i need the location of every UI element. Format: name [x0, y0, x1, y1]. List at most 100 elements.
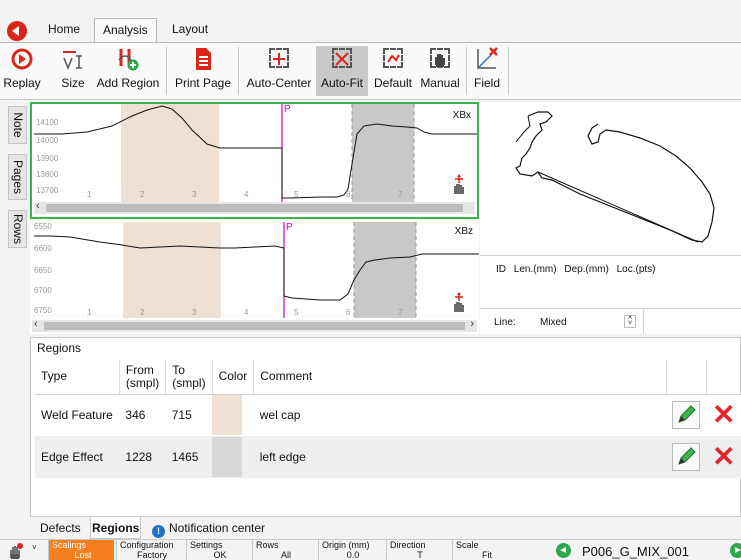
status-configuration[interactable]: Configuration Factory — [116, 540, 184, 560]
ribbon-separator — [166, 47, 167, 95]
cell-color — [212, 436, 254, 478]
cell-type: Weld Feature — [35, 394, 120, 436]
col-color[interactable]: Color — [212, 360, 255, 395]
color-swatch[interactable] — [212, 437, 243, 477]
field-axes-icon — [474, 46, 500, 72]
tab-notification-center[interactable]: ! Notification center — [152, 521, 265, 538]
next-file-icon[interactable] — [730, 543, 741, 558]
cell-from: 346 — [119, 394, 166, 436]
scroll-left-icon[interactable]: ‹ — [36, 200, 40, 212]
x-tick: 3 — [192, 308, 197, 317]
delete-x-icon[interactable]: ✕ — [712, 401, 735, 429]
cell-comment: left edge — [253, 436, 667, 478]
plot-xbz-canvas — [34, 222, 479, 318]
scroll-left-icon[interactable]: ‹ — [34, 318, 38, 330]
color-swatch[interactable] — [212, 395, 243, 436]
side-tab-rows-label: Rows — [10, 213, 25, 245]
cursor-label: P — [284, 104, 291, 115]
table-row[interactable]: Edge Effect 1228 1465 left edge ✕ — [35, 436, 741, 478]
side-tab-note[interactable]: Note — [8, 106, 27, 144]
x-tick: 2 — [140, 190, 145, 199]
status-origin-value: 0.0 — [346, 550, 360, 560]
status-scalings[interactable]: Scalings Lost — [48, 540, 114, 560]
plot-xbz[interactable]: 6550 6600 6650 6700 6750 1 2 3 4 5 6 7 P… — [30, 220, 479, 332]
previous-file-icon[interactable] — [556, 543, 571, 558]
x-tick: 2 — [140, 308, 145, 317]
col-type[interactable]: Type — [35, 360, 120, 395]
cell-edit — [666, 394, 707, 436]
x-tick: 4 — [244, 308, 249, 317]
x-tick: 6 — [346, 308, 351, 317]
cscan-outline-view[interactable] — [480, 102, 741, 252]
back-logo-icon[interactable] — [7, 21, 27, 41]
ribbon-separator — [466, 47, 467, 95]
hand-tool-icon[interactable] — [6, 542, 24, 560]
x-tick: 6 — [346, 190, 351, 199]
y-tick: 6550 — [34, 222, 52, 231]
manual-button[interactable]: Manual — [418, 46, 462, 96]
side-tab-rows[interactable]: Rows — [8, 210, 27, 248]
print-page-button[interactable]: Print Page — [172, 46, 234, 96]
default-button[interactable]: Default — [370, 46, 416, 96]
cell-to: 715 — [165, 394, 213, 436]
pan-move-icon[interactable] — [448, 174, 470, 196]
auto-fit-icon — [329, 46, 355, 72]
size-icon — [60, 46, 86, 72]
col-id: ID — [496, 264, 506, 275]
scroll-thumb[interactable] — [44, 322, 465, 330]
status-direction[interactable]: Direction T — [386, 540, 450, 560]
col-edit — [666, 360, 707, 395]
size-button[interactable]: Size — [56, 46, 90, 96]
col-comment[interactable]: Comment — [253, 360, 667, 395]
auto-center-button[interactable]: Auto-Center — [244, 46, 314, 96]
cell-to: 1465 — [165, 436, 213, 478]
tab-defects[interactable]: Defects — [40, 521, 81, 535]
edit-pencil-icon[interactable] — [672, 401, 701, 430]
side-tab-pages[interactable]: Pages — [8, 154, 27, 200]
scroll-thumb[interactable] — [46, 204, 463, 212]
x-tick: 7 — [398, 190, 403, 199]
region-weld-feature-band — [121, 104, 219, 204]
field-label: Field — [473, 76, 500, 90]
add-region-button[interactable]: Add Region — [94, 46, 162, 96]
field-button[interactable]: Field — [470, 46, 504, 96]
manual-label: Manual — [420, 76, 460, 90]
plot-xbx[interactable]: 14100 14000 13900 13800 13700 1 2 3 4 5 … — [30, 102, 479, 219]
default-icon — [380, 46, 406, 72]
tab-layout[interactable]: Layout — [164, 18, 216, 42]
replay-button[interactable]: Replay — [2, 46, 42, 96]
chevron-down-icon[interactable]: ˅ — [32, 543, 37, 552]
status-settings[interactable]: Settings OK — [186, 540, 250, 560]
scroll-right-icon[interactable]: › — [470, 318, 474, 330]
x-tick: 1 — [87, 190, 92, 199]
line-mode-value[interactable]: Mixed — [540, 317, 567, 328]
pan-move-icon[interactable] — [448, 292, 470, 314]
signal-plots: 14100 14000 13900 13800 13700 1 2 3 4 5 … — [30, 102, 479, 334]
col-location: Loc.(pts) — [616, 264, 656, 275]
defect-list-header: ID Len.(mm) Dep.(mm) Loc.(pts) — [496, 264, 661, 275]
plot-horizontal-scrollbar[interactable]: ‹ › — [32, 318, 477, 332]
tab-regions[interactable]: Regions — [90, 517, 142, 539]
bottom-tab-strip: Defects Regions ! Notification center — [30, 517, 741, 539]
plot-horizontal-scrollbar[interactable]: ‹ — [34, 200, 475, 214]
auto-fit-button[interactable]: Auto-Fit — [316, 46, 368, 96]
status-configuration-value: Factory — [136, 550, 167, 560]
status-bar: ˅ Scalings Lost Configuration Factory Sett… — [0, 539, 741, 560]
edit-pencil-icon[interactable] — [672, 443, 701, 471]
tab-home[interactable]: Home — [40, 18, 88, 42]
status-rows[interactable]: Rows All — [252, 540, 316, 560]
y-tick: 13900 — [36, 154, 59, 163]
status-scale-label: Scale — [456, 540, 479, 550]
auto-center-label: Auto-Center — [246, 76, 312, 90]
tab-analysis[interactable]: Analysis — [94, 18, 157, 43]
col-to[interactable]: To (smpl) — [165, 360, 213, 395]
col-from[interactable]: From (smpl) — [119, 360, 167, 395]
delete-x-icon[interactable]: ✕ — [712, 443, 735, 471]
line-mode-spinner[interactable]: ˄ ˅ — [624, 315, 636, 328]
table-row[interactable]: Weld Feature 346 715 wel cap ✕ — [35, 394, 741, 436]
x-tick: 4 — [244, 190, 249, 199]
status-scale[interactable]: Scale Fit — [452, 540, 518, 560]
auto-fit-label: Auto-Fit — [320, 76, 363, 90]
tab-notification-label: Notification center — [169, 521, 266, 535]
status-origin[interactable]: Origin (mm) 0.0 — [318, 540, 384, 560]
